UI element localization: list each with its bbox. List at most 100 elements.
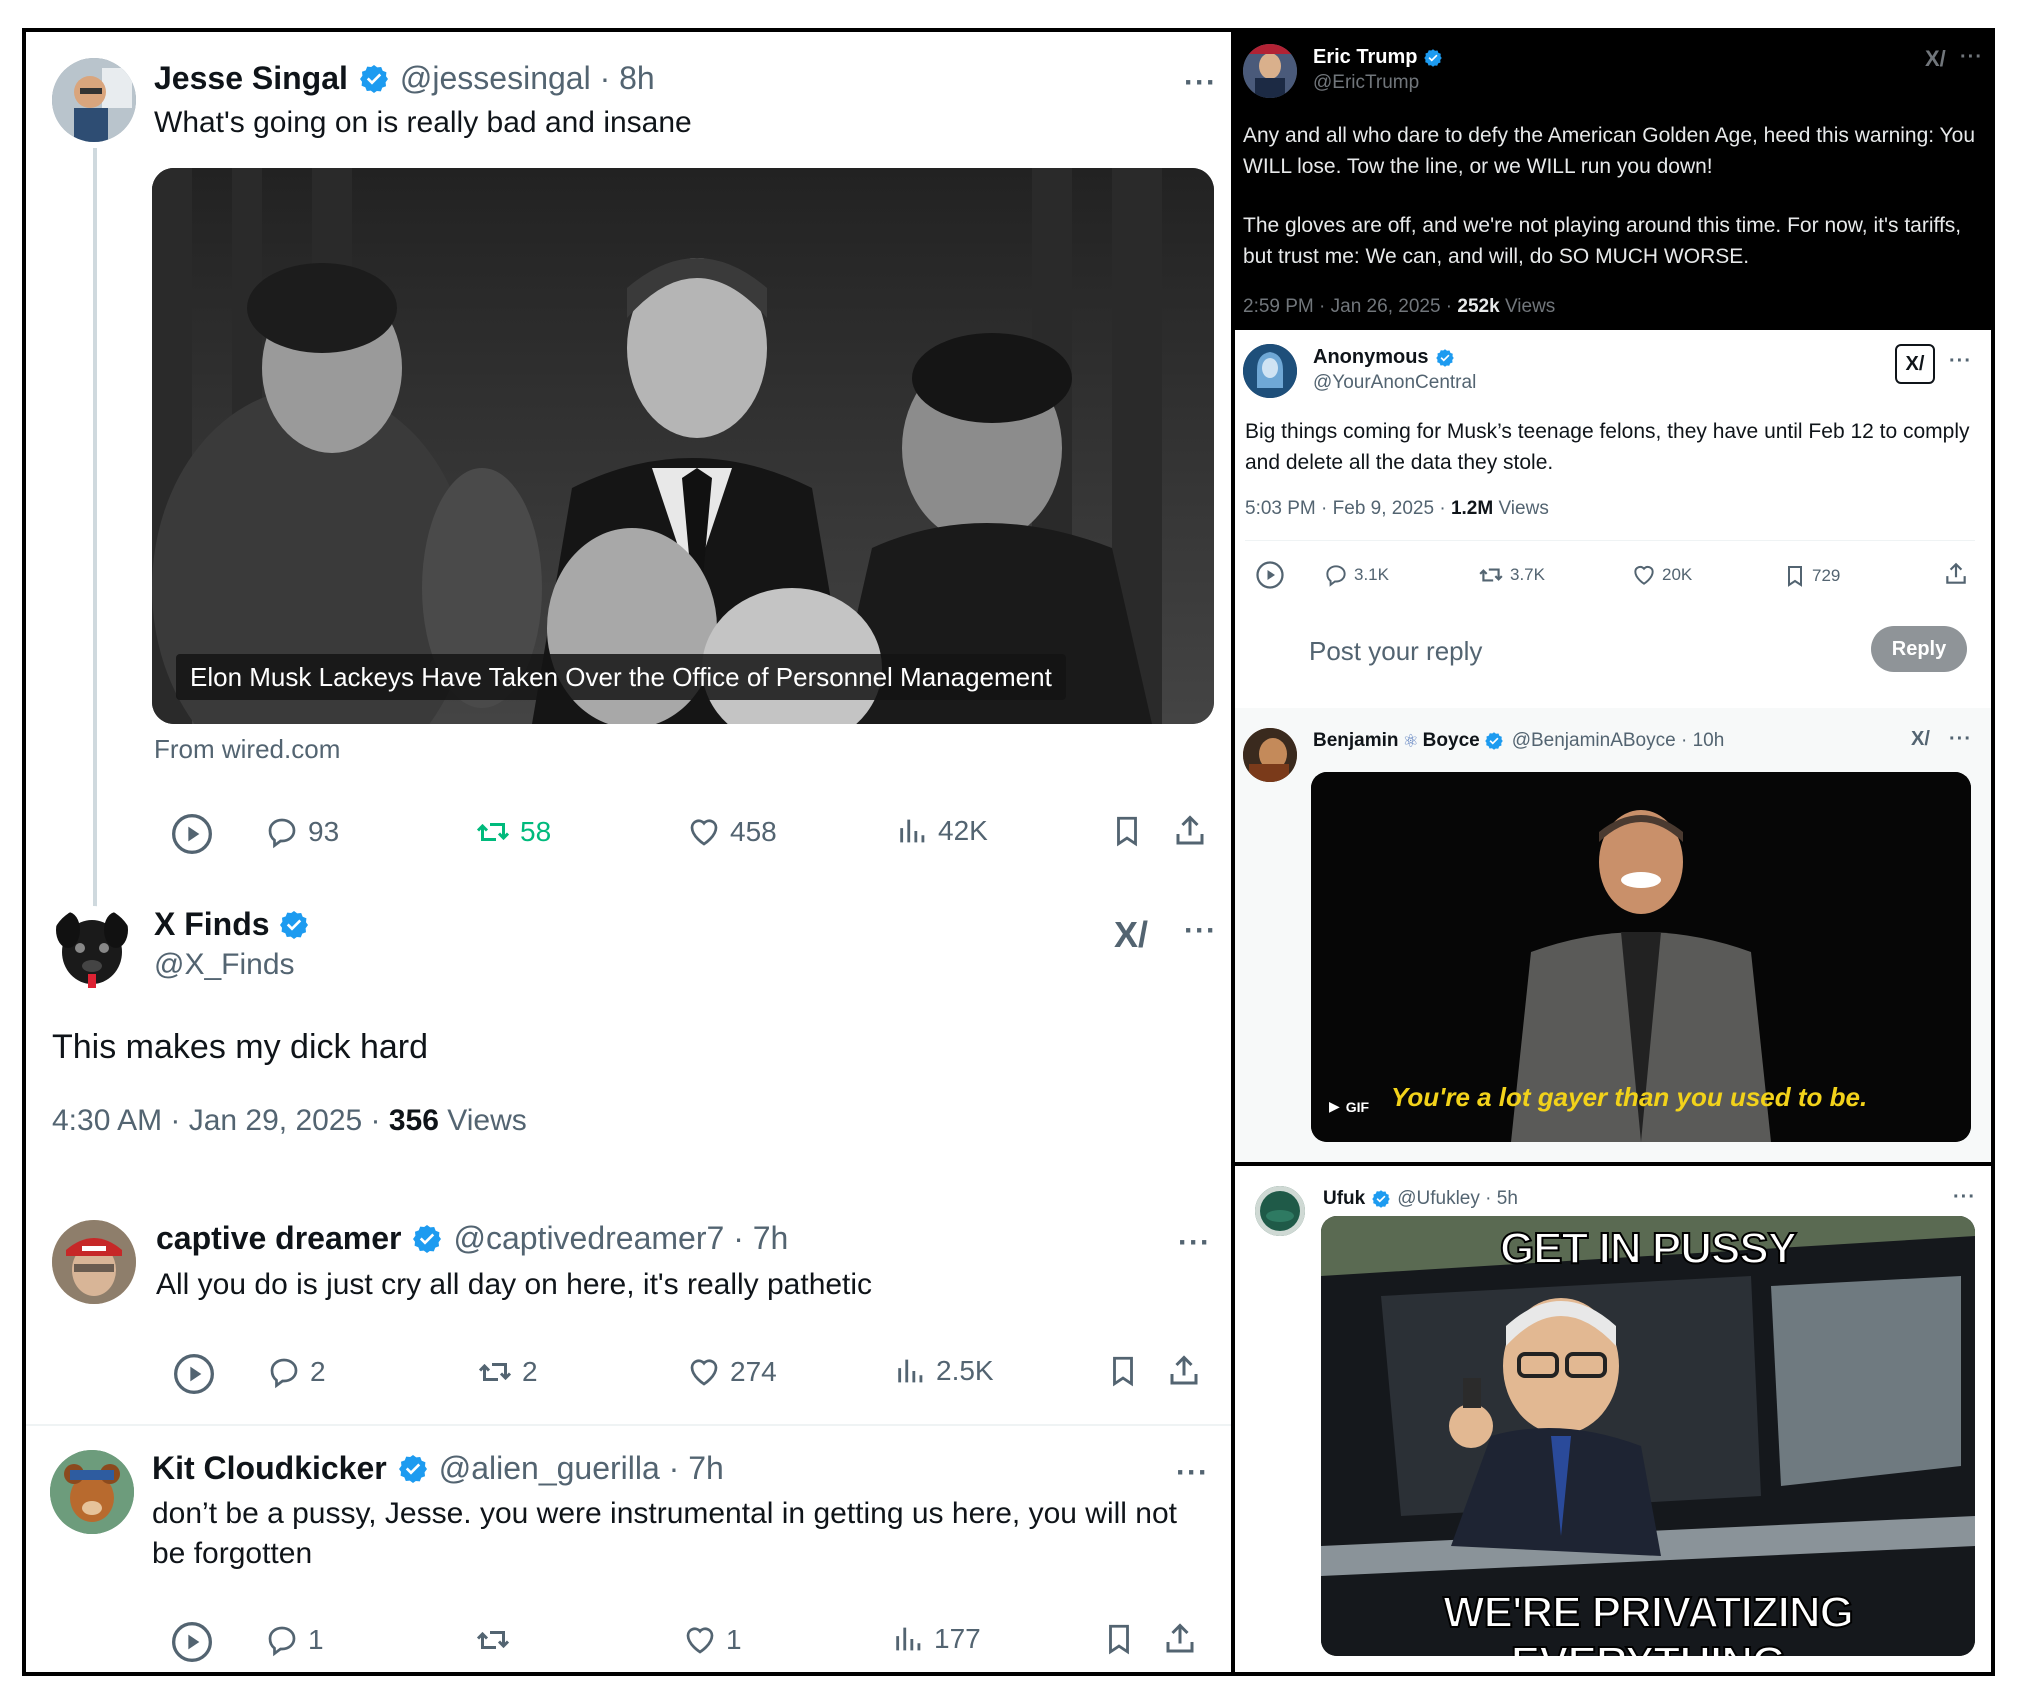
reply-button[interactable]: 1 <box>264 1622 324 1658</box>
gif-caption: You're a lot gayer than you used to be. <box>1391 1082 1868 1112</box>
author-name[interactable]: Eric Trump <box>1313 46 1417 69</box>
views-button[interactable]: 177 <box>892 1622 981 1656</box>
grok-icon[interactable]: X/ <box>1911 728 1930 751</box>
author-name[interactable]: Ufuk <box>1323 1188 1365 1210</box>
repost-button[interactable]: 58 <box>474 814 551 850</box>
share-button[interactable] <box>1166 1352 1202 1390</box>
like-button[interactable]: 1 <box>682 1622 742 1658</box>
grok-button[interactable]: X/ <box>1895 344 1935 384</box>
like-button[interactable]: 274 <box>686 1354 777 1390</box>
avatar[interactable] <box>1243 344 1297 398</box>
more-options-icon[interactable]: ··· <box>1184 914 1217 948</box>
reply-icon <box>1326 565 1346 587</box>
repost-icon <box>1479 568 1503 582</box>
avatar[interactable] <box>52 1220 136 1304</box>
author-name-last[interactable]: Boyce <box>1423 730 1480 752</box>
author-name-first[interactable]: Benjamin <box>1313 730 1399 752</box>
author-name[interactable]: Anonymous <box>1313 346 1429 369</box>
avatar[interactable] <box>1243 44 1297 98</box>
dark-tweet: Eric Trump @EricTrump X/ ··· Any and all… <box>1235 32 1991 330</box>
like-button[interactable]: 458 <box>686 814 777 850</box>
right-panel: Eric Trump @EricTrump X/ ··· Any and all… <box>1231 28 1995 1676</box>
more-options-icon[interactable]: ··· <box>1178 1226 1211 1260</box>
share-button[interactable] <box>1162 1620 1198 1658</box>
avatar[interactable] <box>1243 728 1297 782</box>
tweet-timestamp[interactable]: 5:03 PM · Feb 9, 2025 · 1.2M Views <box>1245 498 1549 520</box>
meme-bottom-text: WE'RE PRIVATIZING EVERYTHING <box>1442 1587 1855 1656</box>
more-options-icon[interactable]: ··· <box>1953 1186 1976 1209</box>
author-name[interactable]: Kit Cloudkicker <box>152 1450 387 1487</box>
bookmark-button[interactable] <box>1110 812 1144 850</box>
more-options-icon[interactable]: ··· <box>1949 350 1972 373</box>
reply-count: 2 <box>310 1356 326 1387</box>
repost-button[interactable] <box>474 1622 520 1658</box>
play-button[interactable] <box>170 1620 214 1664</box>
views-count: 1.2M <box>1450 498 1494 519</box>
author-handle[interactable]: @EricTrump <box>1313 72 1419 94</box>
more-options-icon[interactable]: ··· <box>1949 728 1972 751</box>
author-handle[interactable]: @BenjaminABoyce · 10h <box>1512 730 1725 752</box>
avatar[interactable] <box>50 906 134 990</box>
repost-count: 58 <box>520 816 552 847</box>
author-handle[interactable]: @alien_guerilla · 7h <box>439 1450 724 1487</box>
views-count: 42K <box>938 815 988 846</box>
gif-badge[interactable]: ▶ GIF <box>1329 1098 1369 1115</box>
play-icon: ▶ <box>1329 1098 1340 1114</box>
bookmark-button[interactable]: 729 <box>1783 562 1840 590</box>
reply-icon <box>270 1358 298 1389</box>
more-options-icon[interactable]: ··· <box>1960 46 1983 69</box>
like-button[interactable]: 20K <box>1631 562 1692 588</box>
play-button[interactable] <box>172 1352 216 1396</box>
avatar[interactable] <box>52 58 136 142</box>
views-button[interactable]: 42K <box>896 814 988 848</box>
author-handle[interactable]: @YourAnonCentral <box>1313 372 1476 394</box>
repost-count: 3.7K <box>1510 565 1545 584</box>
bookmark-icon <box>1788 566 1802 587</box>
grok-icon[interactable]: X/ <box>1925 46 1946 72</box>
reply-button[interactable]: 3.1K <box>1323 562 1389 588</box>
link-source[interactable]: From wired.com <box>154 734 340 765</box>
avatar[interactable] <box>1255 1186 1305 1236</box>
reply-count: 93 <box>308 816 340 847</box>
divider <box>26 1424 1235 1426</box>
reply-button[interactable]: 93 <box>264 814 339 850</box>
reply-icon <box>268 818 296 849</box>
share-icon <box>1176 815 1204 845</box>
heart-icon <box>690 819 718 846</box>
tweet-text: This makes my dick hard <box>52 1028 428 1066</box>
reply-button-submit[interactable]: Reply <box>1871 626 1967 672</box>
bookmark-button[interactable] <box>1106 1352 1140 1390</box>
tweet-timestamp[interactable]: 2:59 PM · Jan 26, 2025 · 252k Views <box>1243 296 1555 318</box>
reply-input[interactable]: Post your reply <box>1309 636 1482 667</box>
repost-icon <box>476 823 510 841</box>
author-name[interactable]: Jesse Singal <box>154 60 348 97</box>
tweet-timestamp[interactable]: 4:30 AM · Jan 29, 2025 · 356 Views <box>52 1104 527 1138</box>
views-label: Views <box>1499 296 1556 317</box>
reply-button[interactable]: 2 <box>266 1354 326 1390</box>
repost-count: 2 <box>522 1356 538 1387</box>
avatar[interactable] <box>50 1450 134 1534</box>
author-handle[interactable]: @X_Finds <box>154 948 295 982</box>
more-options-icon[interactable]: ··· <box>1176 1456 1209 1490</box>
play-button[interactable] <box>1255 560 1285 590</box>
bookmark-button[interactable] <box>1102 1620 1136 1658</box>
grok-icon[interactable]: X/ <box>1114 914 1148 956</box>
meme-image[interactable]: GET IN PUSSY WE'RE PRIVATIZING EVERYTHIN… <box>1321 1216 1975 1656</box>
repost-button[interactable]: 2 <box>476 1354 538 1390</box>
author-name[interactable]: captive dreamer <box>156 1220 401 1257</box>
play-button[interactable] <box>170 812 214 856</box>
gif-label: GIF <box>1345 1098 1370 1115</box>
gif-media[interactable]: You're a lot gayer than you used to be. … <box>1311 772 1971 1142</box>
article-image[interactable]: Elon Musk Lackeys Have Taken Over the Of… <box>152 168 1214 724</box>
author-handle[interactable]: @captivedreamer7 · 7h <box>453 1220 788 1257</box>
author-handle[interactable]: @Ufukley · 5h <box>1397 1188 1518 1210</box>
left-panel: Jesse Singal @jessesingal · 8h ··· What'… <box>22 28 1235 1676</box>
like-count: 274 <box>730 1356 777 1387</box>
share-button[interactable] <box>1943 560 1969 588</box>
author-name[interactable]: X Finds <box>154 906 270 943</box>
repost-button[interactable]: 3.7K <box>1477 562 1545 588</box>
more-options-icon[interactable]: ··· <box>1184 66 1217 100</box>
author-handle[interactable]: @jessesingal · 8h <box>400 60 655 97</box>
share-button[interactable] <box>1172 812 1208 850</box>
views-button[interactable]: 2.5K <box>894 1354 994 1388</box>
